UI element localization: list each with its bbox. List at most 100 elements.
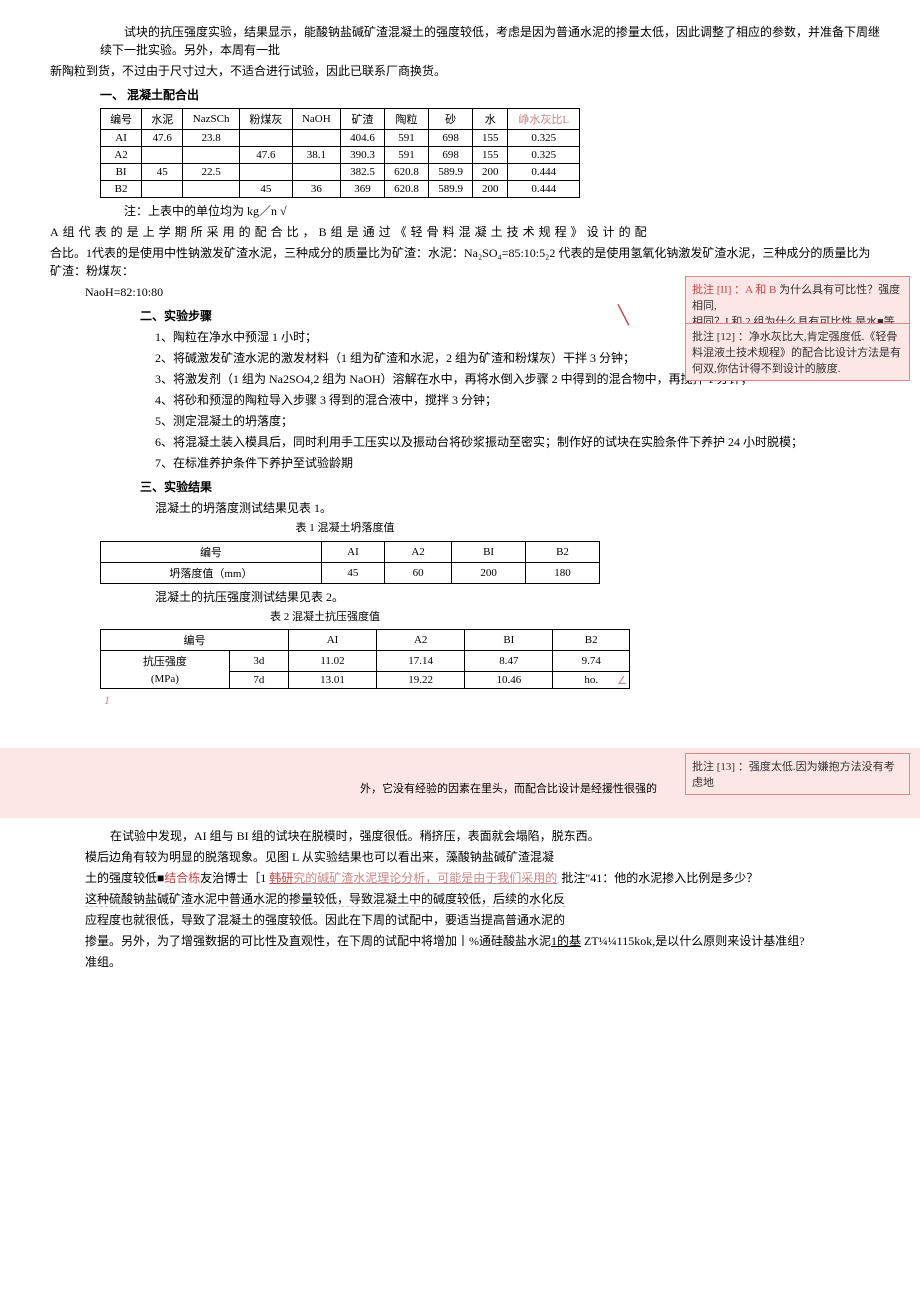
c: 155 — [473, 130, 508, 147]
stray-1: 1 — [104, 693, 110, 707]
h6: 陶粒 — [385, 109, 429, 130]
c: 22.5 — [183, 164, 240, 181]
c — [142, 147, 183, 164]
tail-2b: 土的强度较低■结合栋友治博士［1 韩研究的碱矿渣水泥理论分析，可能是由于我们采用… — [85, 869, 880, 887]
c: 3d — [229, 651, 288, 672]
c: 23.8 — [183, 130, 240, 147]
c: 404.6 — [340, 130, 384, 147]
t: ZT¼¼115kok,是以什么原则来设计基准组? — [581, 934, 805, 948]
c: ho.∠ — [553, 671, 630, 688]
c: BI — [101, 164, 142, 181]
t: 友治博士［1 — [200, 871, 269, 885]
annotation-12: 批注 [12] ：净水灰比大,肯定强度低.《轻骨料混液土技术规程》的配合比设计方… — [685, 323, 910, 381]
step-5: 5、测定混凝土的坍落度； — [155, 412, 880, 430]
c: 698 — [429, 130, 473, 147]
c: 200 — [473, 181, 508, 198]
anno-text: 批注 [12] ：净水灰比大,肯定强度低.《轻骨料混液土技术规程》的配合比设计方… — [692, 331, 901, 375]
h4: NaOH — [292, 109, 340, 130]
anno-text: 批注 [13] ：强度太低.因为嫌抱方法没有考虑地 — [692, 761, 895, 789]
c: BI — [452, 541, 526, 562]
c: 38.1 — [292, 147, 340, 164]
c: 390.3 — [340, 147, 384, 164]
c: 编号 — [101, 541, 322, 562]
c: 0.325 — [508, 130, 580, 147]
c — [292, 130, 340, 147]
c — [292, 164, 340, 181]
c: 19.22 — [377, 671, 465, 688]
section-1-title: 一、 混凝土配合出 — [100, 86, 880, 104]
c: 620.8 — [385, 181, 429, 198]
c: 589.9 — [429, 164, 473, 181]
tail-6: 准组。 — [85, 953, 880, 971]
val: ho. — [584, 674, 598, 686]
intro-p2: 新陶粒到货，不过由于尺寸过大，不适合进行试验，因此已联系厂商换货。 — [50, 62, 880, 80]
c: 36 — [292, 181, 340, 198]
annotation-13: 批注 [13] ：强度太低.因为嫌抱方法没有考虑地 — [685, 753, 910, 795]
h9: 峥水灰比L — [508, 109, 580, 130]
step-6: 6、将混凝土装入模具后，同时利用手工压实以及振动台将砂浆振动至密实；制作好的试块… — [155, 433, 880, 451]
c: A2 — [377, 630, 465, 651]
c: A2 — [384, 541, 451, 562]
c: 0.444 — [508, 164, 580, 181]
t1-caption: 表 1 混凝土坍落度值 — [120, 520, 570, 537]
c: 11.02 — [288, 651, 376, 672]
c: 589.9 — [429, 181, 473, 198]
table-note: 注：上表中的单位均为 kg／n √ — [100, 202, 880, 220]
h5: 矿渣 — [340, 109, 384, 130]
slash-connector: ╲ — [618, 305, 629, 326]
c: 编号 — [101, 630, 289, 651]
tail-3: 这种硫酸钠盐碱矿渣水泥中普通水泥的掺量较低，导致混凝土中的碱度较低，后续的水化反 — [85, 890, 880, 908]
c — [183, 181, 240, 198]
c: 47.6 — [142, 130, 183, 147]
c: 0.325 — [508, 147, 580, 164]
inline-anno: 批注"41：他的水泥掺入比例是多少？ — [561, 871, 758, 885]
c: 10.46 — [465, 671, 553, 688]
desc1b: 合比。1代表的是使用中性钠激发矿渣水泥，三种成分的质量比为矿渣：水泥：Na₂SO… — [50, 244, 880, 280]
c: 45 — [239, 181, 292, 198]
c: 698 — [429, 147, 473, 164]
c: 45 — [321, 562, 384, 583]
s3-p1: 混凝土的坍落度测试结果见表 1。 — [155, 499, 880, 517]
c: 9.74 — [553, 651, 630, 672]
c — [183, 147, 240, 164]
c: 17.14 — [377, 651, 465, 672]
c: 591 — [385, 147, 429, 164]
h2: NazSCh — [183, 109, 240, 130]
c — [239, 130, 292, 147]
link-1: 结合栋 — [164, 871, 200, 885]
c: 369 — [340, 181, 384, 198]
tail-2a: 模后边角有较为明显的脱落现象。见图 L 从实验结果也可以看出来，藻酸钠盐碱矿渣混… — [85, 848, 880, 866]
c: 180 — [526, 562, 600, 583]
t: 这种硫酸钠盐碱矿渣水泥中普通水泥的掺量较低，导致混凝土中的碱度较低，后续的水化反 — [85, 892, 565, 907]
strength-table: 编号AIA2BIB2 抗压强度3d11.0217.148.479.74 (MPa… — [100, 629, 630, 689]
c: AI — [321, 541, 384, 562]
h7: 砂 — [429, 109, 473, 130]
intro-p1: 试块的抗压强度实验，结果显示，能酸钠盐碱矿渣混凝土的强度较低，考虑是因为普通水泥… — [100, 23, 880, 59]
desc1a: A组代表的是上学期所采用的配合比，B组是通过《轻骨料混凝土技术规程》设计的配 — [50, 223, 880, 241]
c: BI — [465, 630, 553, 651]
c: 抗压强度 — [101, 651, 230, 672]
c: 8.47 — [465, 651, 553, 672]
t2-caption: 表 2 混凝土抗压强度值 — [100, 609, 550, 626]
c: 620.8 — [385, 164, 429, 181]
c: 7d — [229, 671, 288, 688]
spread: A组代表的是上学期所采用的配合比，B组是通过《轻骨料混凝土技术规程》设计的配 — [50, 225, 651, 239]
slump-table: 编号AIA2BIB2 坍落度值（mm）4560200180 — [100, 541, 600, 584]
t: 土的强度较低■ — [85, 871, 164, 885]
h3: 粉煤灰 — [239, 109, 292, 130]
c: A2 — [101, 147, 142, 164]
h8: 水 — [473, 109, 508, 130]
anno-label: 批注 [II] ：A 和 B — [692, 284, 776, 296]
underline-text: 究的碱矿渣水泥理论分析，可能是由于我们采用的 — [293, 871, 557, 885]
c — [239, 164, 292, 181]
c: 155 — [473, 147, 508, 164]
c: B2 — [101, 181, 142, 198]
c: B2 — [526, 541, 600, 562]
tail-1: 在试验中发现，AI 组与 BI 组的试块在脱模时，强度很低。稍挤压，表面就会塌陷… — [110, 827, 880, 845]
c: 47.6 — [239, 147, 292, 164]
c: (MPa) — [101, 671, 230, 688]
c — [142, 181, 183, 198]
c: 591 — [385, 130, 429, 147]
c: B2 — [553, 630, 630, 651]
c: AI — [288, 630, 376, 651]
